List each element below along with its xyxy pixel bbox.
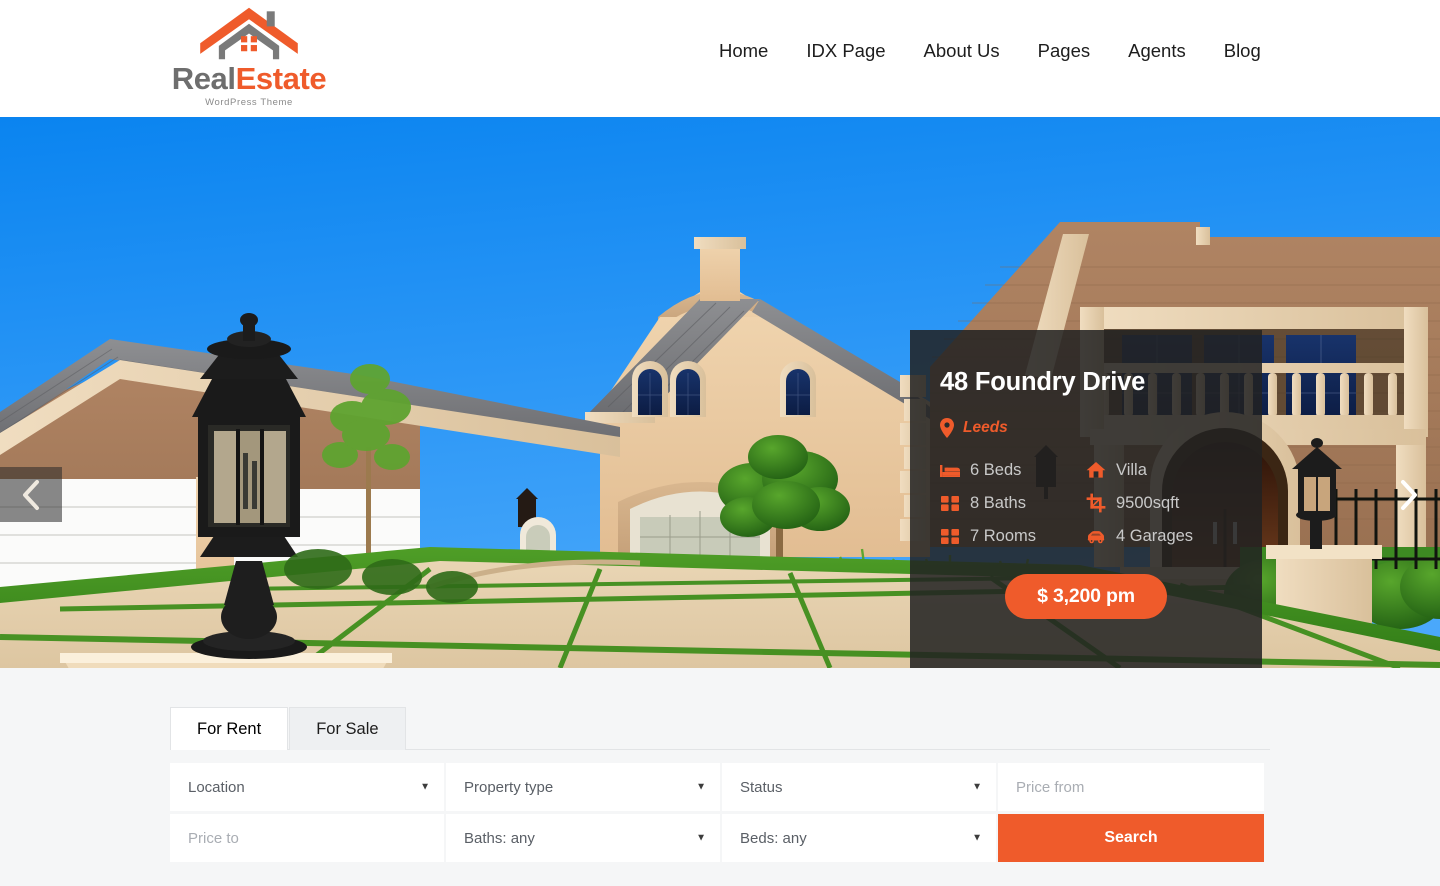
chevron-left-icon [23,479,39,510]
search-button[interactable]: Search [998,814,1264,862]
property-search-section: For Rent For Sale Location ▼ Property ty… [0,668,1440,886]
property-price-button[interactable]: $ 3,200 pm [1005,574,1167,620]
chevron-down-icon: ▼ [972,832,982,844]
main-navigation: Home IDX Page About Us Pages Agents Blog [700,38,1280,64]
location-select[interactable]: Location ▼ [170,763,444,811]
nav-item-blog[interactable]: Blog [1205,38,1280,64]
property-type-select[interactable]: Property type ▼ [446,763,720,811]
property-info-card: 48 Foundry Drive Leeds 6 Beds Villa 8 Ba… [910,330,1262,668]
beds-select[interactable]: Beds: any ▼ [722,814,996,862]
area-crop-icon [1086,493,1106,513]
search-tabs: For Rent For Sale [170,706,1270,750]
spec-garages-label: 4 Garages [1116,527,1194,546]
baths-select-label: Baths: any [464,829,535,847]
status-select-label: Status [740,778,783,796]
logo-subtitle: WordPress Theme [205,97,293,108]
price-from-input[interactable]: Price from [998,763,1264,811]
price-from-placeholder: Price from [1016,778,1085,796]
beds-select-label: Beds: any [740,829,807,847]
nav-item-home[interactable]: Home [700,38,787,64]
chevron-down-icon: ▼ [696,781,706,793]
property-type-select-label: Property type [464,778,554,796]
spec-rooms: 7 Rooms [940,526,1086,546]
house-logo-icon [200,7,298,60]
spec-area-label: 9500sqft [1116,494,1180,513]
spec-garages: 4 Garages [1086,526,1232,546]
hero-slider: 48 Foundry Drive Leeds 6 Beds Villa 8 Ba… [0,117,1440,668]
spec-baths: 8 Baths [940,493,1086,513]
spec-type-label: Villa [1116,461,1147,480]
status-select[interactable]: Status ▼ [722,763,996,811]
site-logo[interactable]: RealEstate WordPress Theme [170,6,328,108]
nav-item-idx-page[interactable]: IDX Page [787,38,904,64]
bed-icon [940,465,960,478]
spec-type: Villa [1086,460,1232,480]
property-location-label: Leeds [963,419,1008,437]
spec-baths-label: 8 Baths [970,494,1026,513]
nav-item-pages[interactable]: Pages [1019,38,1109,64]
tab-for-sale[interactable]: For Sale [289,707,406,750]
rooms-grid-icon [941,529,959,545]
search-fields: Location ▼ Property type ▼ Status ▼ Pric… [170,763,1270,862]
property-price-wrap: $ 3,200 pm [940,574,1232,620]
car-icon [1087,531,1105,544]
baths-select[interactable]: Baths: any ▼ [446,814,720,862]
logo-word-real: Real [171,61,236,96]
location-select-label: Location [188,778,245,796]
property-specs: 6 Beds Villa 8 Baths 9500sqft 7 Rooms 4 … [940,460,1232,546]
hero-next-arrow[interactable] [1378,467,1440,522]
site-header: RealEstate WordPress Theme Home IDX Page… [0,0,1440,117]
spec-beds-label: 6 Beds [970,461,1022,480]
search-panel: For Rent For Sale Location ▼ Property ty… [170,706,1270,862]
property-title: 48 Foundry Drive [940,368,1146,396]
logo-wordmark: RealEstate [172,63,327,94]
bath-grid-icon [941,496,959,512]
property-location: Leeds [940,418,1232,439]
nav-item-agents[interactable]: Agents [1109,38,1205,64]
spec-area: 9500sqft [1086,493,1232,513]
spec-beds: 6 Beds [940,460,1086,480]
nav-item-about-us[interactable]: About Us [905,38,1019,64]
chevron-right-icon [1401,479,1417,510]
logo-word-estate: Estate [235,61,327,96]
map-pin-icon [940,418,954,439]
price-to-placeholder: Price to [188,829,239,847]
price-to-input[interactable]: Price to [170,814,444,862]
home-icon [1086,462,1106,478]
tab-for-rent[interactable]: For Rent [170,707,289,750]
chevron-down-icon: ▼ [696,832,706,844]
hero-prev-arrow[interactable] [0,467,62,522]
chevron-down-icon: ▼ [420,781,430,793]
spec-rooms-label: 7 Rooms [970,527,1037,546]
chevron-down-icon: ▼ [972,781,982,793]
